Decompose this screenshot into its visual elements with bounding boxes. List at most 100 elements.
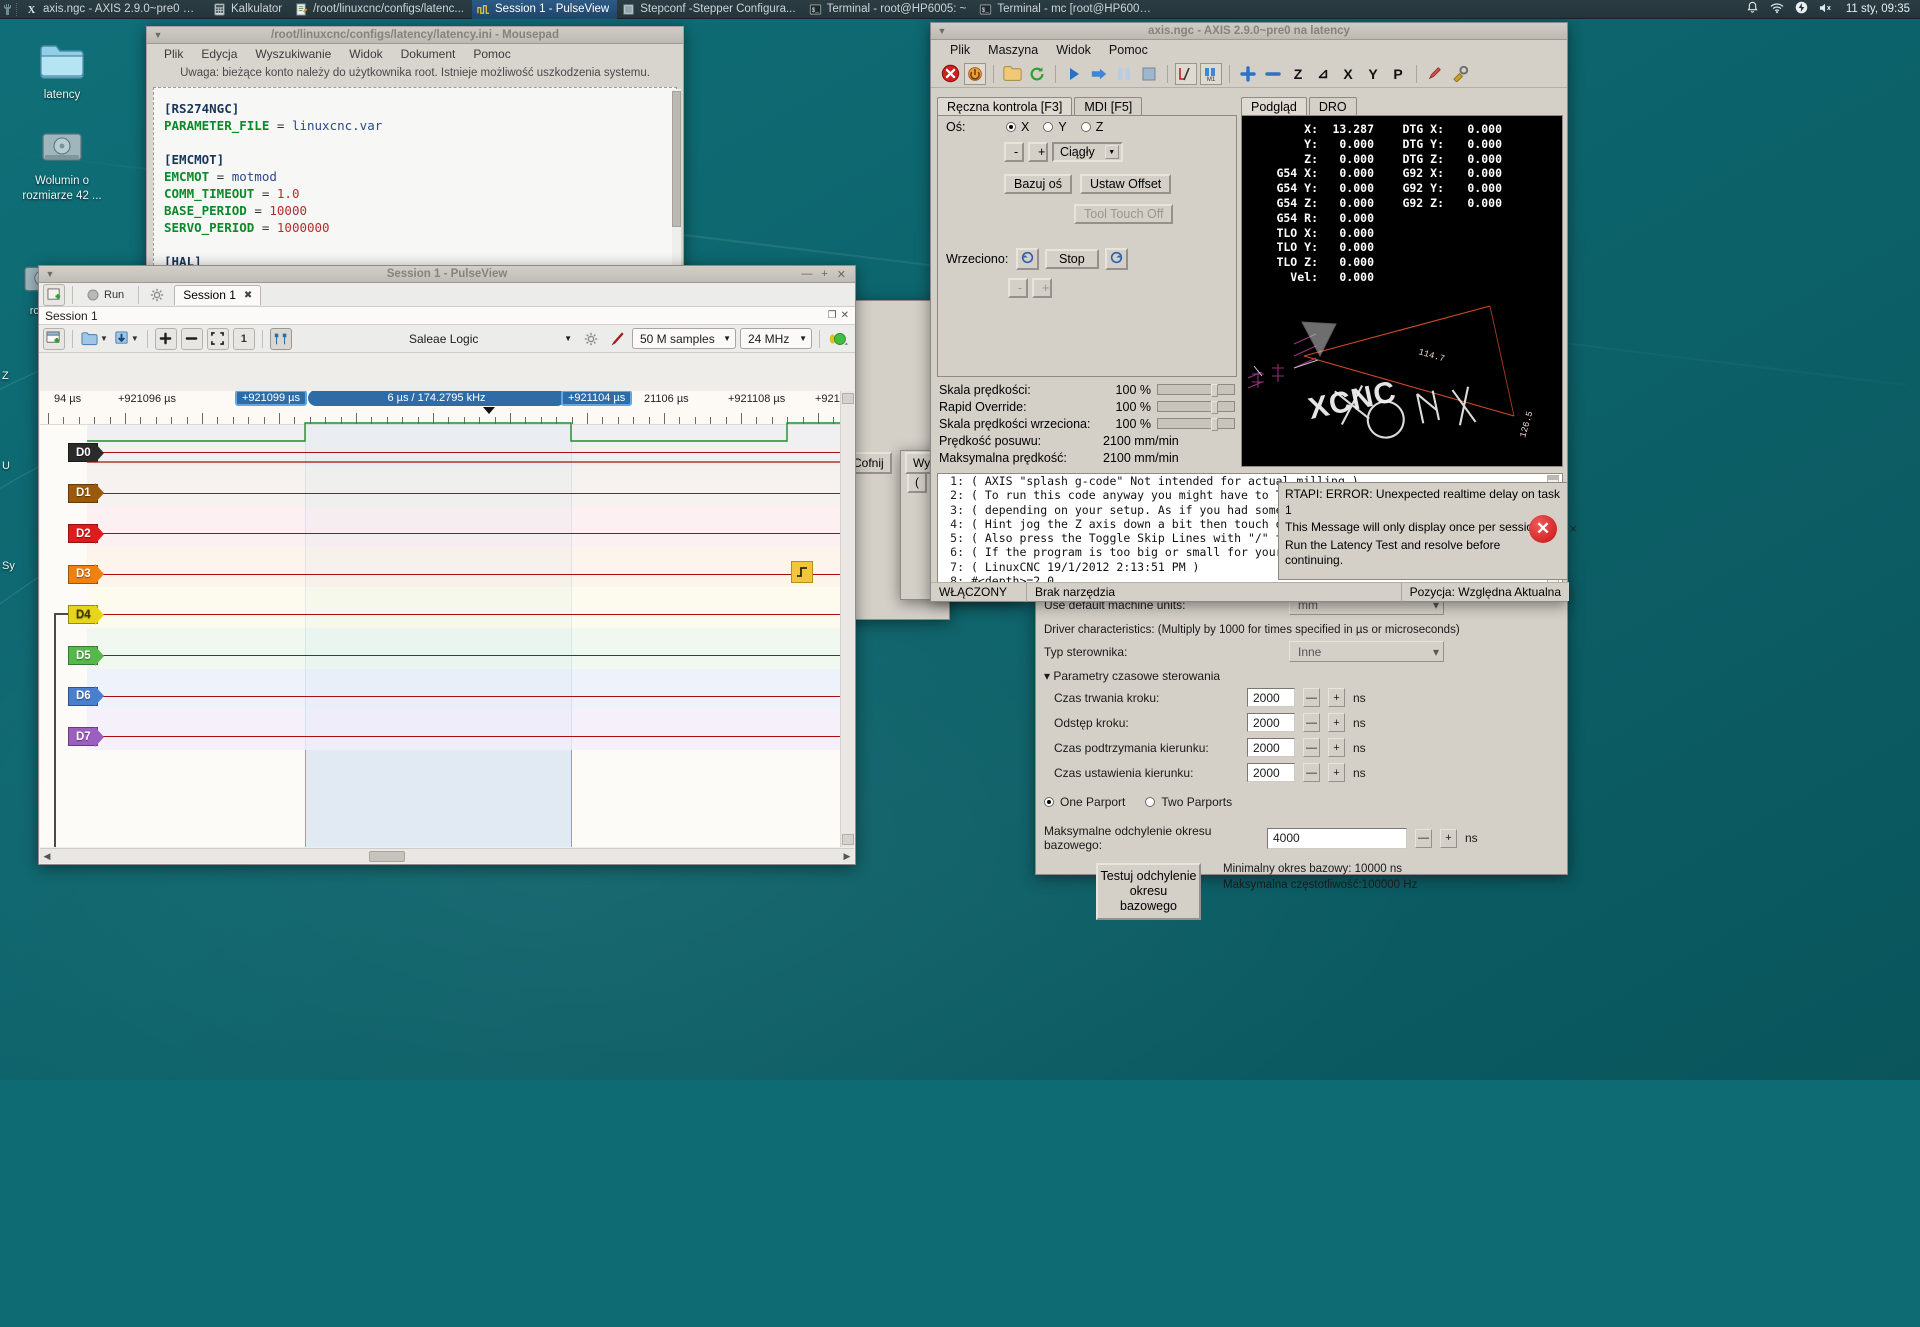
channel-group-bracket[interactable] bbox=[54, 613, 68, 847]
volume-muted-icon[interactable] bbox=[1819, 2, 1835, 17]
desktop-icon-latency[interactable]: latency bbox=[14, 42, 110, 103]
home-axis-button[interactable]: Bazuj oś bbox=[1004, 174, 1072, 194]
tool-icon[interactable] bbox=[1449, 63, 1471, 85]
channel-badge-d3[interactable]: D3 bbox=[68, 564, 98, 584]
axis-titlebar[interactable]: ▼ axis.ngc - AXIS 2.9.0~pre0 na latency bbox=[931, 23, 1567, 40]
pulseview-hscrollbar[interactable]: ◀ ▶ bbox=[40, 848, 854, 863]
pulseview-vscrollbar[interactable] bbox=[840, 391, 854, 847]
save-icon[interactable]: ▼ bbox=[113, 328, 140, 350]
stop-icon[interactable] bbox=[1138, 63, 1160, 85]
stepconf-timing-input[interactable]: 2000 bbox=[1247, 738, 1295, 757]
open-file-icon[interactable] bbox=[1001, 63, 1023, 85]
view-y-icon[interactable]: Y bbox=[1362, 63, 1384, 85]
set-offset-button[interactable]: Ustaw Offset bbox=[1079, 174, 1172, 194]
jog-mode-combo[interactable]: Ciągły ▼ bbox=[1052, 142, 1123, 162]
menu-edycja[interactable]: Edycja bbox=[192, 45, 246, 63]
channel-badge-d7[interactable]: D7 bbox=[68, 727, 98, 747]
stepper-down-button[interactable]: — bbox=[1303, 713, 1320, 732]
open-folder-icon[interactable]: ▼ bbox=[80, 328, 109, 350]
spindle-cw-icon[interactable] bbox=[1104, 248, 1128, 270]
show-cursors-icon[interactable] bbox=[269, 327, 292, 350]
cursor-right-label[interactable]: +921104 µs bbox=[561, 391, 633, 406]
stepper-up-button[interactable]: + bbox=[1328, 763, 1345, 782]
stepconf-timing-input[interactable]: 2000 bbox=[1247, 763, 1295, 782]
machine-power-icon[interactable] bbox=[964, 62, 986, 85]
taskbar-item-5[interactable]: $_ Terminal - root@HP6005: ~ bbox=[804, 0, 975, 19]
estop-icon[interactable] bbox=[939, 63, 961, 85]
tab-dro[interactable]: DRO bbox=[1308, 97, 1357, 116]
run-icon[interactable] bbox=[1063, 63, 1085, 85]
axis-menu-maszyna[interactable]: Maszyna bbox=[979, 42, 1047, 58]
pulseview-waveform-area[interactable]: 94 µs+921096 µs9210989211009211029211042… bbox=[40, 391, 854, 847]
stepper-down-button[interactable]: — bbox=[1303, 763, 1320, 782]
menu-pomoc[interactable]: Pomoc bbox=[464, 45, 519, 63]
taskbar-clock[interactable]: 11 sty, 09:35 bbox=[1846, 3, 1910, 15]
stepconf-timing-input[interactable]: 2000 bbox=[1247, 713, 1295, 732]
float-button[interactable]: ❐ bbox=[828, 310, 837, 321]
stepconf-base-dev-input[interactable]: 4000 bbox=[1267, 827, 1407, 849]
stepper-down-button[interactable]: — bbox=[1415, 828, 1432, 848]
jog-plus-button[interactable]: + bbox=[1028, 142, 1048, 162]
tab-session-1[interactable]: Session 1 ✖ bbox=[174, 284, 262, 305]
desktop-icon-volume[interactable]: Wolumin o rozmiarze 42 ... bbox=[12, 128, 112, 203]
scroll-down-button[interactable] bbox=[842, 834, 854, 845]
slider-thumb[interactable] bbox=[1211, 384, 1218, 397]
cursor-span-label[interactable]: 6 µs / 174.2795 kHz bbox=[308, 391, 565, 406]
run-stop-icon[interactable] bbox=[827, 328, 851, 350]
zoom-out-icon[interactable] bbox=[180, 327, 203, 350]
radio-two-parports[interactable] bbox=[1145, 797, 1156, 807]
wifi-icon[interactable] bbox=[1770, 2, 1784, 17]
slider-thumb[interactable] bbox=[1211, 418, 1218, 431]
sample-rate-combo[interactable]: 24 MHz ▼ bbox=[740, 328, 812, 349]
jog-minus-button[interactable]: - bbox=[1004, 142, 1024, 162]
slider-thumb[interactable] bbox=[1211, 401, 1218, 414]
menu-dokument[interactable]: Dokument bbox=[392, 45, 465, 63]
pulseview-titlebar[interactable]: ▼ Session 1 - PulseView — + ✕ bbox=[39, 266, 855, 283]
mousepad-scrollbar-thumb[interactable] bbox=[672, 91, 681, 227]
skip-lines-icon[interactable] bbox=[1175, 62, 1197, 85]
spindle-ccw-icon[interactable] bbox=[1016, 248, 1039, 270]
gear-icon[interactable] bbox=[146, 284, 168, 306]
optional-stop-icon[interactable]: M1 bbox=[1200, 62, 1222, 85]
stepper-down-button[interactable]: — bbox=[1303, 688, 1320, 707]
scroll-right-button[interactable]: ▶ bbox=[840, 851, 854, 862]
axis-preview-canvas[interactable]: 114.7 126.5 X: 13.287 DTG X: 0.000 Y: 0.000 DT… bbox=[1241, 115, 1563, 467]
stepper-up-button[interactable]: + bbox=[1328, 713, 1345, 732]
zoom-in-icon[interactable] bbox=[1237, 63, 1259, 85]
stepconf-driver-type-combo[interactable]: Inne ▾ bbox=[1289, 641, 1444, 662]
channel-badge-d5[interactable]: D5 bbox=[68, 646, 98, 665]
channel-badge-d2[interactable]: D2 bbox=[68, 524, 98, 544]
taskbar-item-4[interactable]: Stepconf -Stepper Configura... bbox=[617, 0, 803, 19]
zoom-1to1-icon[interactable]: 1 bbox=[232, 327, 255, 350]
stepconf-timing-input[interactable]: 2000 bbox=[1247, 688, 1295, 707]
device-selector[interactable]: Saleae Logic ▼ bbox=[401, 328, 576, 349]
stepper-up-button[interactable]: + bbox=[1328, 688, 1345, 707]
sample-count-combo[interactable]: 50 M samples ▼ bbox=[632, 328, 736, 349]
view-p-icon[interactable]: P bbox=[1387, 63, 1409, 85]
axis-menu-pomoc[interactable]: Pomoc bbox=[1100, 42, 1157, 58]
spindle-stop-button[interactable]: Stop bbox=[1045, 249, 1099, 269]
maximize-button[interactable]: + bbox=[821, 268, 827, 281]
rapid-override-slider[interactable] bbox=[1157, 401, 1235, 414]
close-button[interactable]: ✕ bbox=[837, 268, 846, 281]
tab-podglad[interactable]: Podgląd bbox=[1241, 97, 1307, 116]
add-device-icon[interactable] bbox=[43, 327, 65, 350]
scroll-left-button[interactable]: ◀ bbox=[40, 851, 54, 862]
taskbar-item-1[interactable]: Kalkulator bbox=[208, 0, 290, 19]
chevron-down-icon[interactable]: ▼ bbox=[100, 334, 108, 343]
bell-icon[interactable] bbox=[1746, 1, 1759, 17]
step-icon[interactable] bbox=[1088, 63, 1110, 85]
window-menu-icon[interactable]: ▼ bbox=[39, 269, 61, 279]
calc-button[interactable]: ( bbox=[907, 471, 927, 493]
stepper-up-button[interactable]: + bbox=[1440, 828, 1457, 848]
close-session-icon[interactable]: ✕ bbox=[841, 310, 849, 321]
run-button[interactable]: Run bbox=[80, 284, 131, 306]
cursor-left-label[interactable]: +921099 µs bbox=[235, 391, 308, 406]
radio-one-parport[interactable] bbox=[1044, 797, 1054, 807]
stepconf-timing-group[interactable]: ▾ Parametry czasowe sterowania bbox=[1036, 665, 1567, 685]
taskbar-handle-icon[interactable] bbox=[0, 0, 16, 19]
new-session-icon[interactable] bbox=[43, 283, 65, 306]
window-menu-icon[interactable]: ▼ bbox=[147, 30, 169, 40]
mousepad-text-area[interactable]: [RS274NGC] PARAMETER_FILE = linuxcnc.var … bbox=[153, 87, 677, 271]
menu-widok[interactable]: Widok bbox=[340, 45, 391, 63]
